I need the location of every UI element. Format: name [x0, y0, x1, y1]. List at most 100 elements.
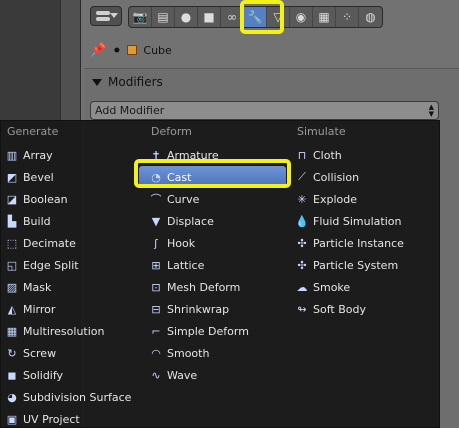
menu-item-label: Shrinkwrap — [167, 302, 230, 316]
editor-icon-line — [96, 17, 110, 21]
menu-item-solidify[interactable]: ◼ Solidify — [5, 364, 63, 386]
menu-item-label: Build — [23, 214, 51, 228]
menu-item-boolean[interactable]: ◪ Boolean — [5, 188, 68, 210]
displace-icon: ▼ — [151, 214, 161, 228]
menu-item-label: Soft Body — [313, 302, 366, 316]
mirror-icon: ◭ — [7, 302, 17, 316]
editor-type-button[interactable] — [90, 6, 122, 26]
object-name: Cube — [143, 43, 172, 57]
menu-item-edge-split[interactable]: ◱ Edge Split — [5, 254, 79, 276]
menu-item-particle-instance[interactable]: ✣ Particle Instance — [295, 232, 404, 254]
menu-item-label: Array — [23, 148, 53, 162]
column-header-deform: Deform — [151, 125, 192, 138]
menu-item-label: Smoke — [313, 280, 351, 294]
menu-item-wave[interactable]: ∿ Wave — [149, 364, 197, 386]
material-icon[interactable]: ◉ — [290, 7, 313, 27]
menu-item-shrinkwrap[interactable]: ⊟ Shrinkwrap — [149, 298, 229, 320]
physics-icon[interactable]: ◍ — [359, 7, 382, 27]
mesh-deform-icon: ⊡ — [151, 280, 161, 294]
chevron-down-icon — [110, 13, 118, 18]
menu-item-label: Displace — [167, 214, 214, 228]
menu-item-bevel[interactable]: ◩ Bevel — [5, 166, 54, 188]
particle-system-icon: ✣ — [297, 258, 307, 272]
menu-item-fluid-simulation[interactable]: 💧 Fluid Simulation — [295, 210, 401, 232]
menu-item-mirror[interactable]: ◭ Mirror — [5, 298, 56, 320]
menu-item-label: Screw — [23, 346, 57, 360]
menu-item-label: Bevel — [23, 170, 54, 184]
menu-item-particle-system[interactable]: ✣ Particle System — [295, 254, 398, 276]
fluid-simulation-icon: 💧 — [295, 214, 309, 228]
menu-item-mesh-deform[interactable]: ⊡ Mesh Deform — [149, 276, 240, 298]
uv-project-icon: ▣ — [6, 412, 18, 426]
menu-item-label: Decimate — [23, 236, 76, 250]
cloth-icon: ⊓ — [297, 148, 307, 162]
menu-item-cloth[interactable]: ⊓ Cloth — [295, 144, 342, 166]
smooth-icon: ◠ — [151, 346, 161, 360]
breadcrumb: 📌 ⚫ Cube — [90, 40, 172, 60]
scene-icon: ⚫ — [112, 43, 122, 57]
explode-icon: ✳ — [297, 192, 307, 206]
build-icon: ▙ — [7, 214, 17, 228]
object-icon[interactable]: ■ — [198, 7, 221, 27]
menu-item-uv-project[interactable]: ▣ UV Project — [5, 408, 80, 428]
menu-item-label: Explode — [313, 192, 357, 206]
hook-icon: ʃ — [154, 236, 158, 250]
menu-item-curve[interactable]: ⌒ Curve — [149, 188, 200, 210]
menu-item-array[interactable]: ▥ Array — [5, 144, 53, 166]
menu-item-explode[interactable]: ✳ Explode — [295, 188, 357, 210]
subdivision-surface-icon: ◕ — [7, 390, 17, 404]
edge-split-icon: ◱ — [6, 258, 18, 272]
menu-item-label: Cloth — [313, 148, 342, 162]
add-modifier-dropdown[interactable]: Add Modifier ▲ ▼ — [90, 101, 439, 120]
particles-icon[interactable]: ⁘ — [336, 7, 359, 27]
wrench-tab-highlight — [240, 0, 284, 34]
menu-item-multiresolution[interactable]: ▦ Multiresolution — [5, 320, 105, 342]
menu-item-label: Particle Instance — [313, 236, 404, 250]
menu-item-displace[interactable]: ▼ Displace — [149, 210, 214, 232]
menu-item-lattice[interactable]: ⊞ Lattice — [149, 254, 204, 276]
menu-item-label: Boolean — [23, 192, 68, 206]
add-modifier-label: Add Modifier — [95, 104, 165, 117]
texture-icon[interactable]: ▦ — [313, 7, 336, 27]
soft-body-icon: ↬ — [297, 302, 307, 316]
menu-item-build[interactable]: ▙ Build — [5, 210, 51, 232]
menu-item-hook[interactable]: ʃ Hook — [149, 232, 195, 254]
menu-item-simple-deform[interactable]: ⌐ Simple Deform — [149, 320, 249, 342]
menu-item-label: Curve — [167, 192, 200, 206]
menu-item-label: Particle System — [313, 258, 399, 272]
modifiers-title: Modifiers — [108, 75, 163, 89]
cube-icon — [127, 45, 138, 55]
menu-item-smoke[interactable]: ☁ Smoke — [295, 276, 351, 298]
up-down-arrows-icon: ▲ ▼ — [428, 103, 434, 118]
column-header-generate: Generate — [7, 125, 59, 138]
camera-icon[interactable]: 📷 — [129, 7, 152, 27]
menu-item-collision[interactable]: ⟋ Collision — [295, 166, 359, 188]
lattice-icon: ⊞ — [151, 258, 161, 272]
menu-item-screw[interactable]: ↻ Screw — [5, 342, 56, 364]
collapse-triangle-icon — [92, 78, 102, 86]
menu-item-label: Subdivision Surface — [23, 390, 132, 404]
menu-item-label: Multiresolution — [23, 324, 105, 338]
pin-icon[interactable]: 📌 — [90, 43, 106, 58]
decimate-icon: ⬚ — [6, 236, 18, 250]
menu-item-label: Wave — [167, 368, 198, 382]
menu-item-label: Solidify — [23, 368, 64, 382]
menu-item-mask[interactable]: ▨ Mask — [5, 276, 52, 298]
modifiers-panel-header[interactable]: Modifiers — [92, 75, 163, 89]
menu-item-smooth[interactable]: ◠ Smooth — [149, 342, 209, 364]
menu-item-label: Hook — [167, 236, 196, 250]
bevel-icon: ◩ — [6, 170, 18, 184]
render-layers-icon[interactable]: ▤ — [152, 7, 175, 27]
world-icon[interactable]: ● — [175, 7, 198, 27]
menu-item-decimate[interactable]: ⬚ Decimate — [5, 232, 76, 254]
particle-instance-icon: ✣ — [297, 236, 307, 250]
menu-item-label: Simple Deform — [167, 324, 249, 338]
menu-item-soft-body[interactable]: ↬ Soft Body — [295, 298, 366, 320]
menu-item-label: Smooth — [167, 346, 210, 360]
menu-item-label: Fluid Simulation — [313, 214, 402, 228]
boolean-icon: ◪ — [6, 192, 18, 206]
array-icon: ▥ — [6, 148, 18, 162]
menu-item-subdivision-surface[interactable]: ◕ Subdivision Surface — [5, 386, 131, 408]
wave-icon: ∿ — [151, 368, 161, 382]
menu-item-label: Edge Split — [23, 258, 79, 272]
